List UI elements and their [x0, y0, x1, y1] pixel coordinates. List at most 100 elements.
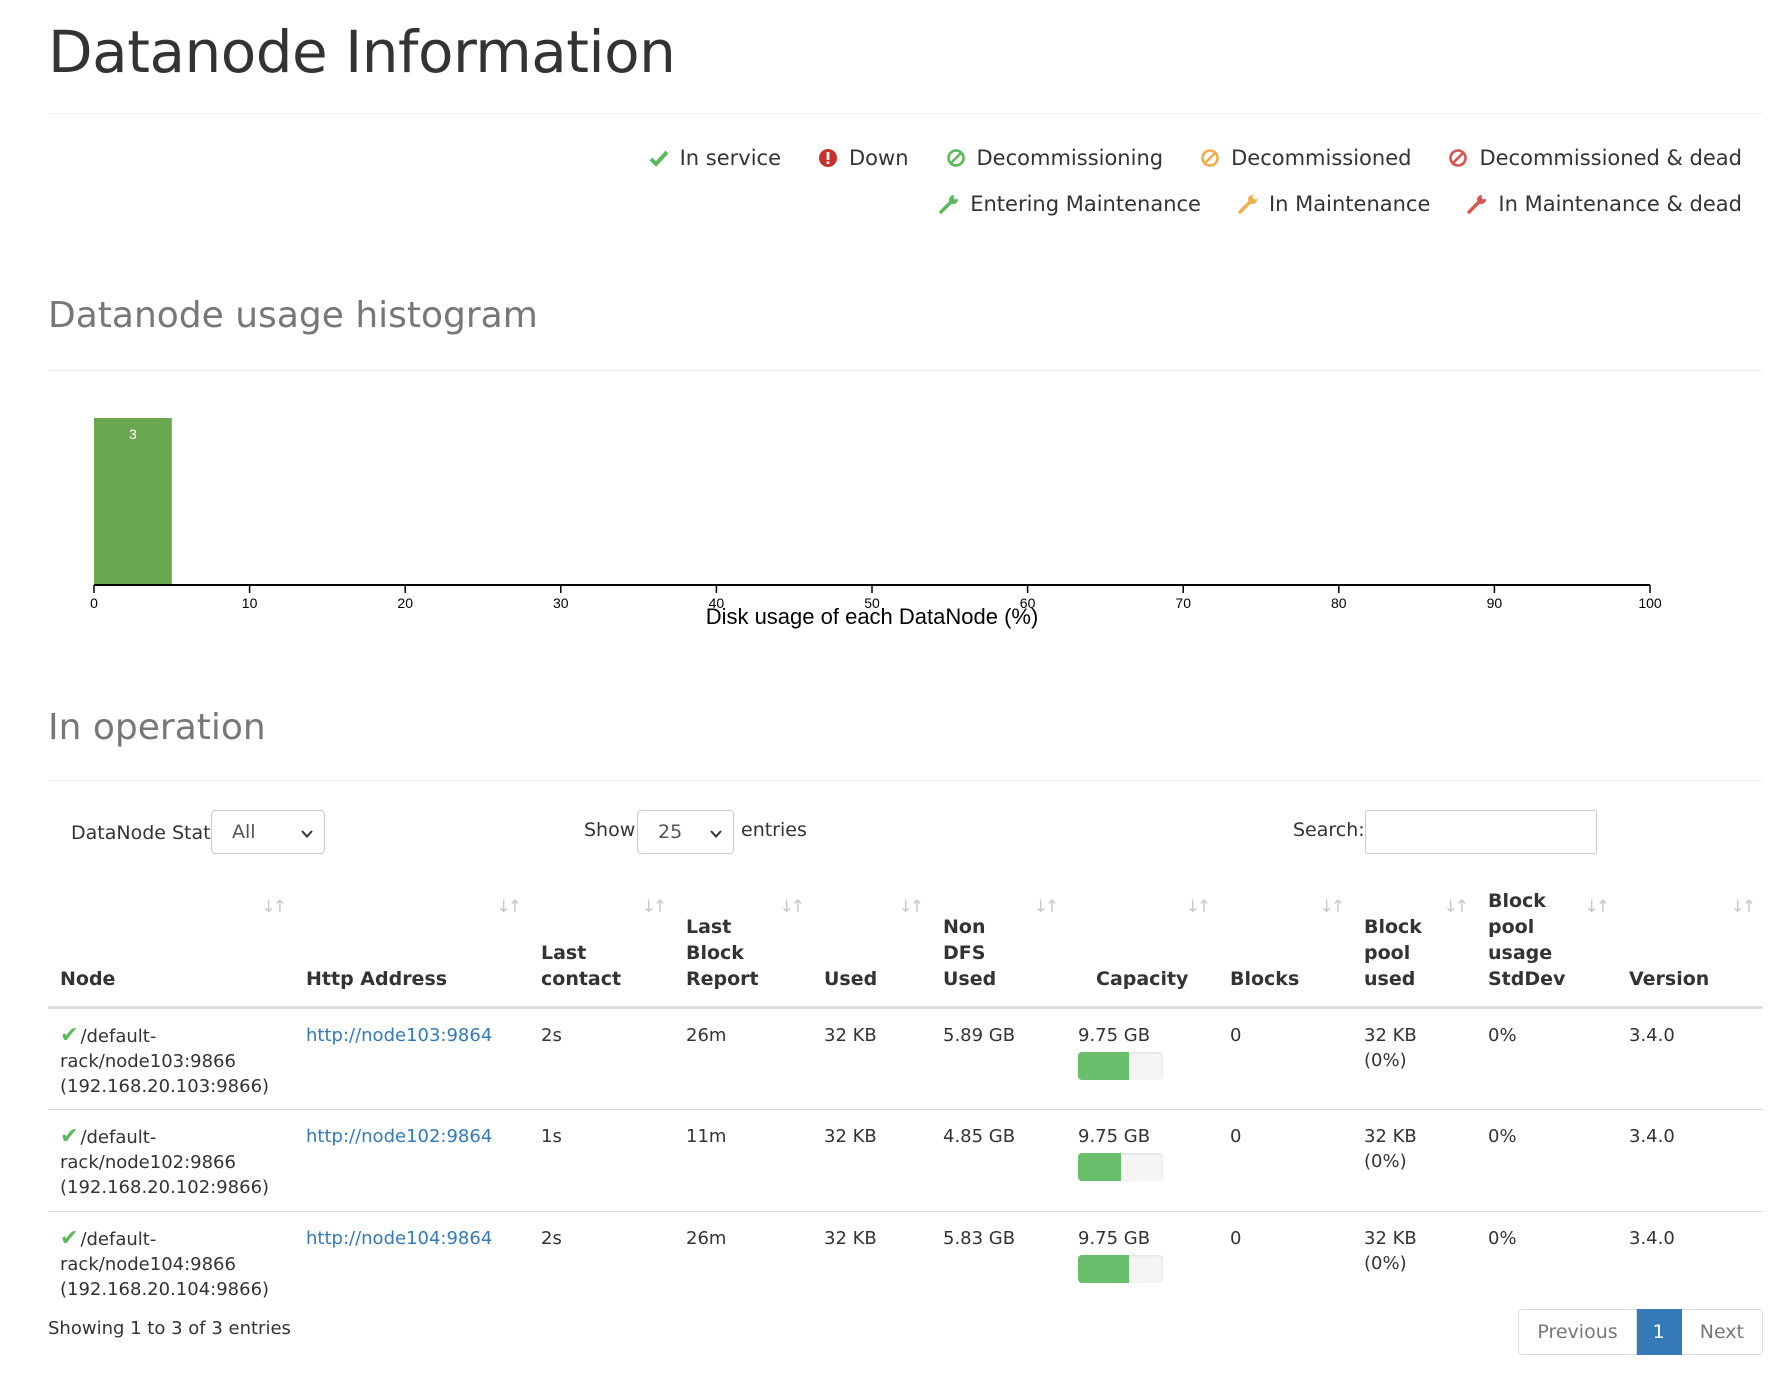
- legend-label: Decommissioned: [1231, 146, 1412, 170]
- sort-icon: ↓↑: [1730, 897, 1756, 917]
- legend-label: Down: [849, 146, 909, 170]
- page-length-value: 25: [658, 821, 683, 843]
- non-dfs-used-cell: 4.85 GB: [931, 1108, 1066, 1211]
- column-header-label: Used: [824, 967, 878, 990]
- node-name: /default-rack/node102:9866 (192.168.20.1…: [60, 1126, 270, 1198]
- column-header-node[interactable]: Node ↓↑: [48, 880, 294, 1009]
- capacity-progress-fill: [1078, 1152, 1121, 1181]
- legend-label: Decommissioning: [976, 146, 1164, 170]
- http-address-link[interactable]: http://node102:9864: [306, 1126, 492, 1147]
- used-cell: 32 KB: [812, 1210, 931, 1313]
- blocks-cell: 0: [1218, 1108, 1352, 1211]
- node-cell: ✔/default-rack/node103:9866 (192.168.20.…: [48, 1007, 294, 1109]
- legend-label: Decommissioned & dead: [1479, 146, 1742, 170]
- x-axis-tick-label: 10: [242, 595, 258, 611]
- chevron-down-icon: [300, 824, 314, 846]
- node-name: /default-rack/node103:9866 (192.168.20.1…: [60, 1025, 270, 1097]
- legend-item-decommissioning: Decommissioning: [945, 146, 1164, 170]
- table-row: ✔/default-rack/node104:9866 (192.168.20.…: [48, 1210, 1763, 1313]
- column-header-label: Last Block Report: [686, 915, 759, 990]
- sort-icon: ↓↑: [1185, 897, 1211, 917]
- pagination: Previous 1 Next: [1518, 1309, 1763, 1355]
- legend-row-1: In service Down Decommissioning Decommis…: [648, 146, 1742, 170]
- capacity-cell: 9.75 GB: [1066, 1007, 1218, 1109]
- x-axis-tick-label: 0: [90, 595, 98, 611]
- column-header-block-pool-stddev[interactable]: Block pool usage StdDev ↓↑: [1476, 880, 1617, 1009]
- http-address-link[interactable]: http://node103:9864: [306, 1025, 492, 1046]
- datanode-state-select[interactable]: All: [211, 810, 325, 854]
- column-header-label: Last contact: [541, 941, 622, 990]
- column-header-capacity[interactable]: Capacity ↓↑: [1066, 880, 1218, 1009]
- legend-item-in-maintenance: In Maintenance: [1237, 192, 1430, 216]
- last-contact-cell: 2s: [541, 1024, 562, 1046]
- histogram-divider: [48, 370, 1763, 371]
- block-pool-used-cell: 32 KB (0%): [1352, 1108, 1476, 1211]
- column-header-last-block-report[interactable]: Last Block Report ↓↑: [674, 880, 812, 1009]
- version-cell: 3.4.0: [1617, 1108, 1763, 1211]
- http-address-link[interactable]: http://node104:9864: [306, 1228, 492, 1249]
- last-block-report-cell: 26m: [686, 1024, 727, 1046]
- next-page-button[interactable]: Next: [1681, 1309, 1763, 1355]
- capacity-progress-bar: [1078, 1051, 1163, 1080]
- x-axis-tick-label: 90: [1487, 595, 1503, 611]
- table-row: ✔/default-rack/node102:9866 (192.168.20.…: [48, 1108, 1763, 1211]
- blocks-cell: 0: [1230, 1024, 1242, 1046]
- legend-item-down: Down: [817, 146, 909, 170]
- sort-icon: ↓↑: [779, 897, 805, 917]
- node-name: /default-rack/node104:9866 (192.168.20.1…: [60, 1228, 270, 1300]
- x-axis-tick-label: 20: [397, 595, 413, 611]
- operation-divider: [48, 780, 1763, 781]
- http-address-cell: http://node103:9864: [294, 1007, 529, 1109]
- x-axis-tick-label: 100: [1638, 595, 1662, 611]
- column-header-used[interactable]: Used ↓↑: [812, 880, 931, 1009]
- legend-label: In service: [679, 146, 781, 170]
- in-service-check-icon: ✔: [60, 1225, 79, 1251]
- column-header-blocks[interactable]: Blocks ↓↑: [1218, 880, 1352, 1009]
- capacity-value: 9.75 GB: [1078, 1125, 1151, 1147]
- sort-icon: ↓↑: [641, 897, 667, 917]
- column-header-label: Capacity: [1096, 967, 1189, 990]
- column-header-last-contact[interactable]: Last contact ↓↑: [529, 880, 674, 1009]
- histogram-bar-label: 3: [129, 426, 137, 442]
- column-header-non-dfs-used[interactable]: Non DFS Used ↓↑: [931, 880, 1066, 1009]
- page-length-select[interactable]: 25: [637, 810, 734, 854]
- legend-item-entering-maintenance: Entering Maintenance: [938, 192, 1201, 216]
- sort-icon: ↓↑: [898, 897, 924, 917]
- entries-label: entries: [741, 819, 807, 841]
- search-label: Search:: [1293, 819, 1365, 841]
- column-header-label: Http Address: [306, 967, 448, 990]
- column-header-http-address[interactable]: Http Address ↓↑: [294, 880, 529, 1009]
- non-dfs-used-cell: 5.83 GB: [931, 1210, 1066, 1313]
- x-axis-tick-label: 70: [1175, 595, 1191, 611]
- block-pool-used-cell: 32 KB (0%): [1364, 1024, 1417, 1071]
- datanode-state-value: All: [232, 821, 256, 843]
- http-address-cell: http://node104:9864: [294, 1210, 529, 1313]
- last-block-report-cell: 11m: [674, 1108, 812, 1211]
- page-1-button[interactable]: 1: [1636, 1309, 1682, 1355]
- column-header-block-pool-used[interactable]: Block pool used ↓↑: [1352, 880, 1476, 1009]
- in-service-check-icon: ✔: [60, 1123, 79, 1149]
- ban-icon: [1447, 147, 1469, 169]
- capacity-progress-bar: [1078, 1152, 1163, 1181]
- search-input[interactable]: [1365, 810, 1597, 854]
- legend-label: In Maintenance & dead: [1498, 192, 1742, 216]
- chevron-down-icon: [709, 824, 723, 846]
- check-icon: [648, 147, 670, 169]
- page: Datanode Information In service Down Dec…: [0, 0, 1786, 1380]
- sort-icon: ↓↑: [1319, 897, 1345, 917]
- sort-icon: ↓↑: [496, 897, 522, 917]
- in-service-check-icon: ✔: [60, 1022, 79, 1048]
- capacity-progress-fill: [1078, 1254, 1129, 1283]
- http-address-cell: http://node102:9864: [294, 1108, 529, 1211]
- node-cell: ✔/default-rack/node104:9866 (192.168.20.…: [48, 1210, 294, 1313]
- non-dfs-used-cell: 5.89 GB: [943, 1024, 1016, 1046]
- x-axis-label: Disk usage of each DataNode (%): [706, 604, 1039, 629]
- node-cell: ✔/default-rack/node102:9866 (192.168.20.…: [48, 1108, 294, 1211]
- blocks-cell: 0: [1218, 1210, 1352, 1313]
- capacity-progress-bar: [1078, 1254, 1163, 1283]
- previous-page-button[interactable]: Previous: [1518, 1309, 1637, 1355]
- column-header-version[interactable]: Version ↓↑: [1617, 880, 1763, 1009]
- datanode-table: Node ↓↑ Http Address ↓↑ Last contact ↓↑ Las…: [48, 880, 1763, 1313]
- x-axis-tick-label: 80: [1331, 595, 1347, 611]
- datanode-state-label: DataNode State: [71, 822, 223, 844]
